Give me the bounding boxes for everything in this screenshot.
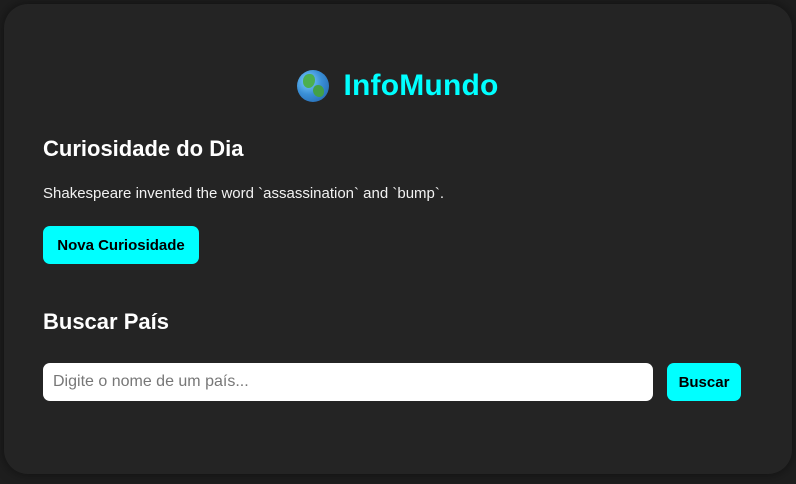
curiosity-heading: Curiosidade do Dia [43, 136, 244, 161]
search-country-heading: Buscar País [43, 309, 169, 334]
app-header: InfoMundo [4, 64, 792, 108]
globe-icon [297, 70, 330, 102]
country-search-input[interactable] [43, 363, 653, 401]
app-title: InfoMundo [343, 69, 499, 102]
search-button[interactable]: Buscar [667, 363, 741, 401]
curiosity-fact-text: Shakespeare invented the word `assassina… [43, 185, 445, 202]
main-card: InfoMundo Curiosidade do Dia Shakespeare… [4, 4, 792, 474]
new-curiosity-button[interactable]: Nova Curiosidade [43, 226, 199, 264]
